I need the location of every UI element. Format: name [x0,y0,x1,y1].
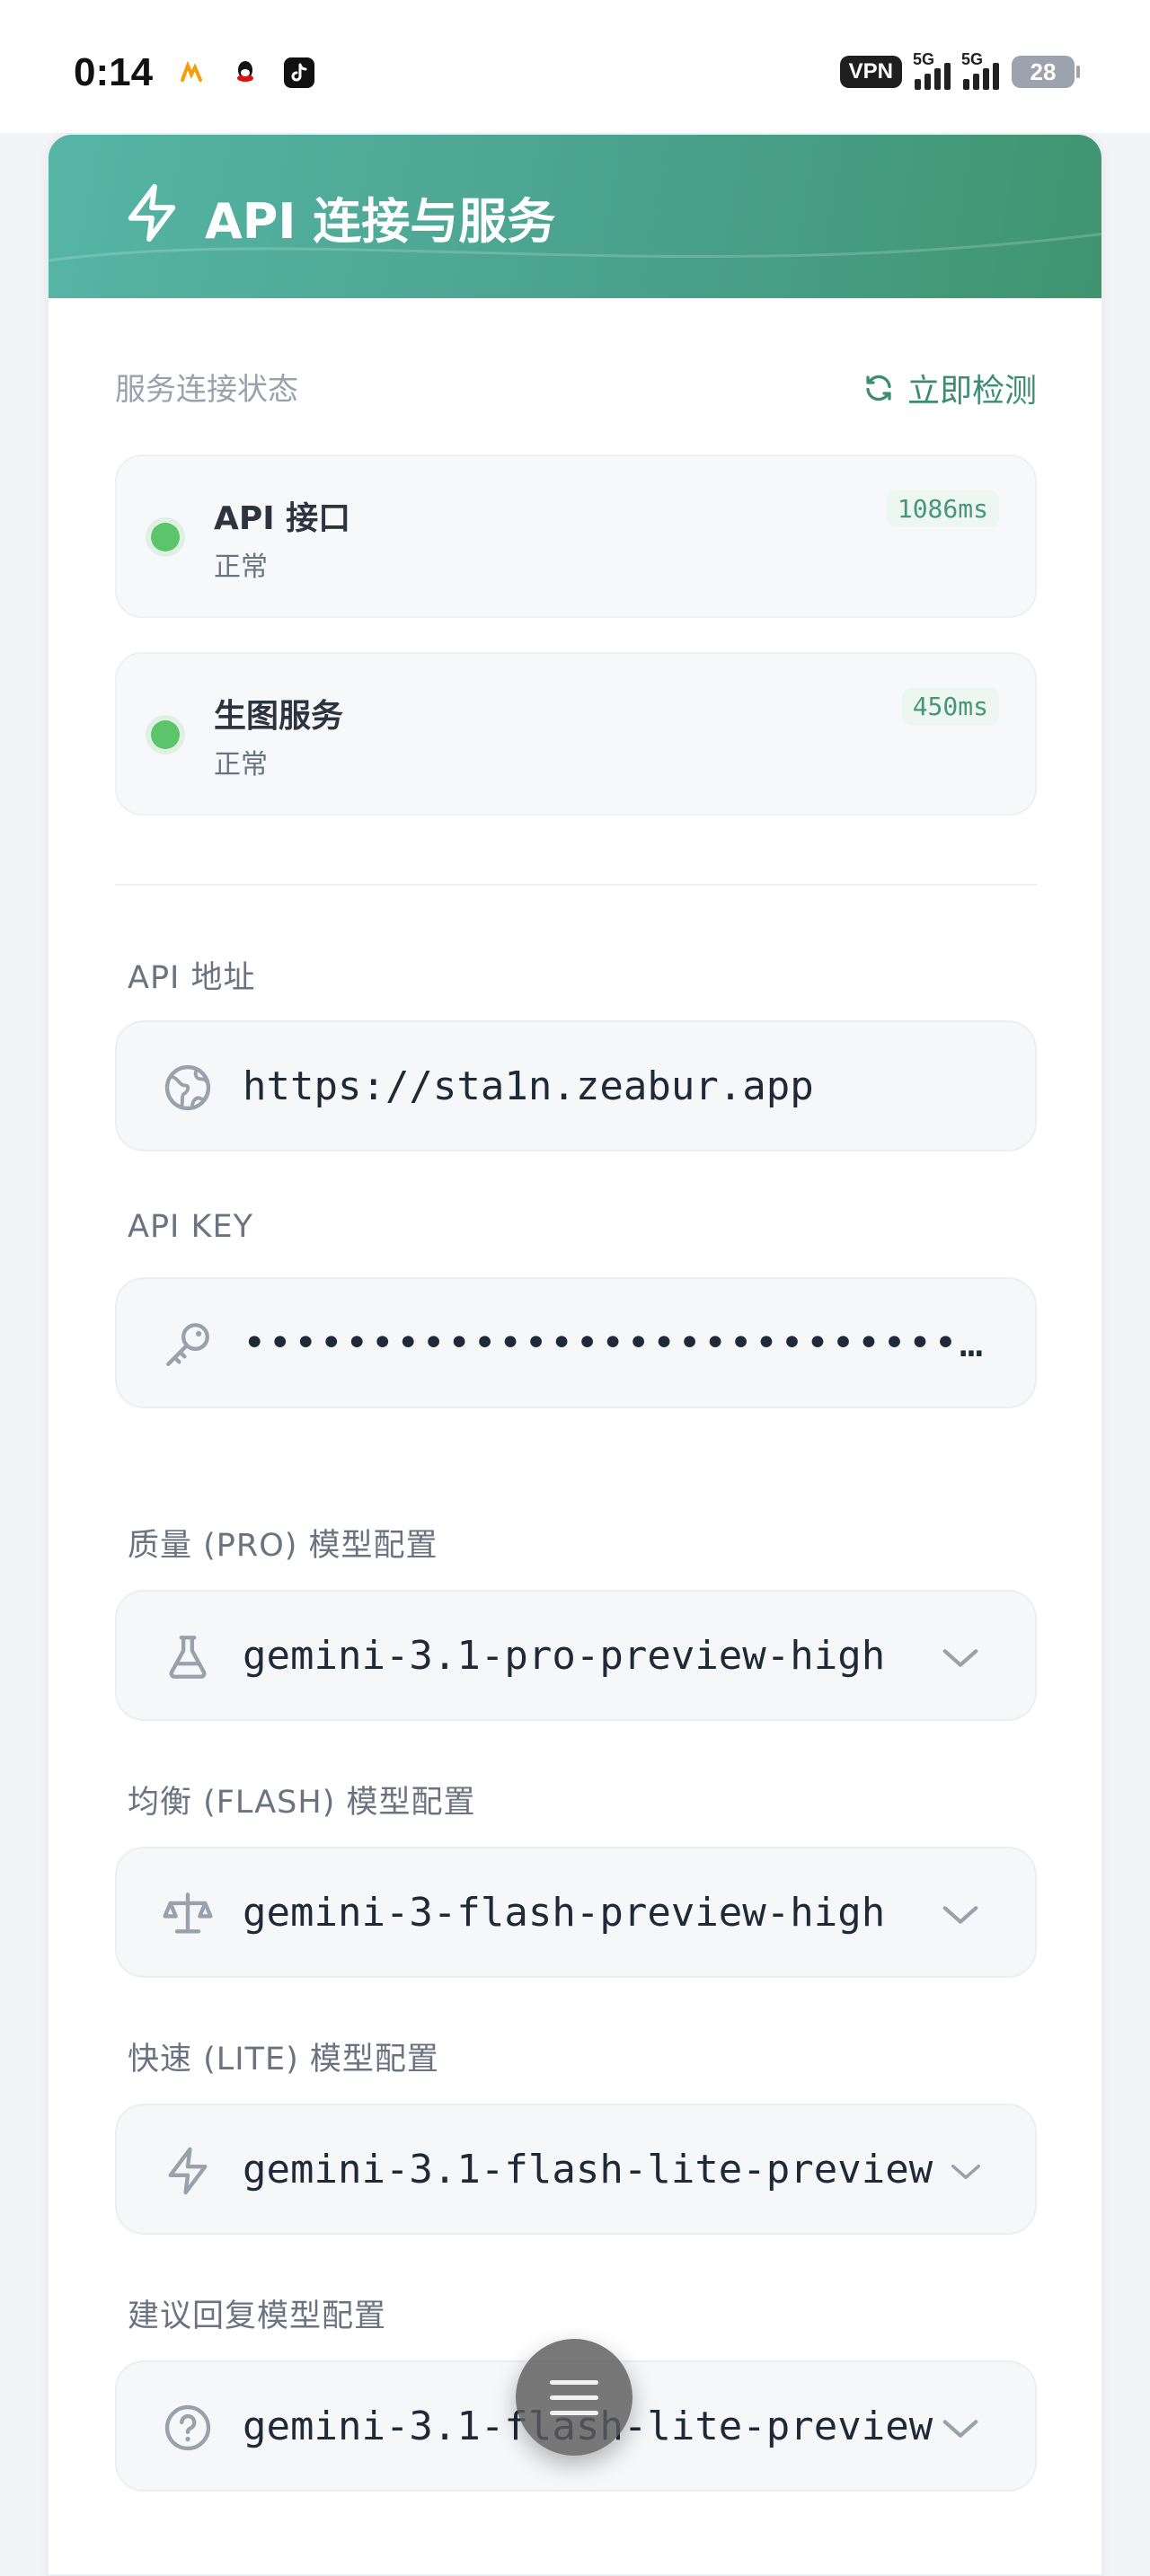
tiktok-icon [284,57,314,88]
floating-menu-button[interactable] [516,2339,632,2456]
refresh-icon [866,375,891,401]
pro-model-label: 质量 (PRO) 模型配置 [128,1528,438,1564]
cell-signal-icon: 5G [913,50,951,90]
chevron-down-icon [942,1649,978,1667]
qq-icon [230,57,261,88]
globe-icon [164,1064,211,1111]
menu-line [550,2410,598,2415]
help-circle-icon [164,2404,211,2451]
battery-icon: 28 [1012,56,1080,88]
app-notification-icon [176,57,207,88]
menu-line [550,2395,598,2400]
section-divider [115,884,1037,886]
service-name: API 接口 [214,500,351,537]
service-status: 正常 [214,749,268,781]
api-url-value: https://sta1n.zeabur.app [243,1063,814,1109]
chevron-down-icon [942,2420,978,2438]
api-settings-card: API 连接与服务 服务连接状态 立即检测 API 接口 正常 1086ms 生… [47,133,1103,2576]
lightning-icon [168,2147,208,2195]
status-dot [151,720,180,749]
notification-icons [176,57,314,88]
flash-model-select[interactable]: gemini-3-flash-preview-high [115,1847,1037,1978]
flash-model-label: 均衡 (FLASH) 模型配置 [128,1785,476,1821]
pro-model-select[interactable]: gemini-3.1-pro-preview-high [115,1590,1037,1721]
service-status: 正常 [214,551,268,583]
card-title: API 连接与服务 [205,193,556,250]
api-url-input[interactable]: https://sta1n.zeabur.app [115,1020,1037,1151]
api-url-label: API 地址 [128,960,256,996]
card-header: API 连接与服务 [49,135,1101,298]
cell-signal-icon: 5G [961,50,999,90]
api-key-input[interactable]: •••••••••••••••••••••••••••••••• [115,1277,1037,1408]
chevron-down-icon [942,1906,978,1924]
reply-model-label: 建议回复模型配置 [128,2298,387,2334]
key-icon [166,1323,209,1366]
api-key-value: •••••••••••••••••••••••••••••••• [243,1320,995,1366]
service-name: 生图服务 [214,698,344,735]
menu-line [550,2379,598,2385]
flask-icon [169,1636,207,1679]
system-indicators: VPN 5G 5G 28 [839,50,1080,90]
vpn-badge: VPN [839,56,902,88]
lite-model-select[interactable]: gemini-3.1-flash-lite-preview [115,2104,1037,2235]
status-bar: 0:14 VPN 5G 5G 28 [0,0,1150,133]
service-item-api: API 接口 正常 1086ms [115,454,1037,618]
recheck-label: 立即检测 [907,373,1037,410]
status-time: 0:14 [74,50,154,94]
chevron-down-icon [951,2164,980,2180]
lite-model-value: gemini-3.1-flash-lite-preview [243,2147,933,2192]
flash-model-value: gemini-3-flash-preview-high [243,1890,886,1936]
latency-badge: 1086ms [886,490,999,527]
api-key-label: API KEY [128,1209,253,1245]
service-item-image: 生图服务 正常 450ms [115,652,1037,816]
pro-model-value: gemini-3.1-pro-preview-high [243,1633,886,1679]
status-dot [151,523,180,551]
lite-model-label: 快速 (LITE) 模型配置 [128,2042,439,2078]
latency-badge: 450ms [901,688,999,725]
service-status-label: 服务连接状态 [115,372,298,408]
scale-icon [163,1892,213,1934]
lightning-icon [128,183,176,243]
recheck-button[interactable]: 立即检测 [862,365,1037,411]
